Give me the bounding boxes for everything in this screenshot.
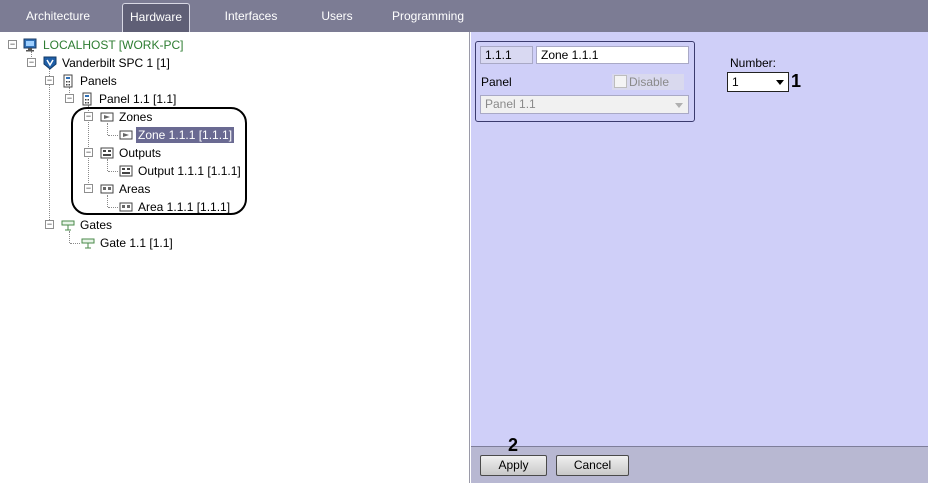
tree-line bbox=[49, 69, 50, 226]
panel-select-value: Panel 1.1 bbox=[485, 97, 536, 111]
annotation-1: 1 bbox=[791, 71, 802, 91]
tab-programming[interactable]: Programming bbox=[390, 3, 466, 32]
tree-node-vanderbilt-spc[interactable]: Vanderbilt SPC 1 [1] bbox=[43, 55, 172, 71]
expander-outputs[interactable]: − bbox=[84, 148, 93, 157]
chevron-down-icon bbox=[776, 80, 784, 85]
cancel-button[interactable]: Cancel bbox=[556, 455, 629, 476]
panel-icon bbox=[82, 92, 92, 106]
number-select-value: 1 bbox=[732, 75, 739, 89]
tree-node-areas[interactable]: Areas bbox=[100, 181, 152, 197]
tree-node-zones[interactable]: Zones bbox=[100, 109, 154, 125]
expander-device[interactable]: − bbox=[27, 58, 36, 67]
expander-areas[interactable]: − bbox=[84, 184, 93, 193]
tree-label: Zones bbox=[119, 110, 153, 124]
area-icon bbox=[119, 202, 133, 212]
tree-label: Zone 1.1.1 [1.1.1] bbox=[136, 127, 235, 143]
expander-gates[interactable]: − bbox=[45, 220, 54, 229]
gate-icon bbox=[81, 238, 95, 249]
tree-node-localhost[interactable]: LOCALHOST [WORK-PC] bbox=[22, 37, 185, 53]
tree-label: Areas bbox=[119, 182, 151, 196]
annotation-2: 2 bbox=[508, 435, 519, 455]
tree-label: Gates bbox=[80, 218, 113, 232]
tree-label: Gate 1.1 [1.1] bbox=[100, 236, 173, 250]
tree-line bbox=[108, 171, 118, 172]
tree-node-gate[interactable]: Gate 1.1 [1.1] bbox=[81, 235, 175, 251]
tab-hardware[interactable]: Hardware bbox=[122, 3, 190, 32]
chevron-down-icon bbox=[675, 103, 683, 108]
gates-icon bbox=[61, 220, 75, 231]
areas-icon bbox=[100, 184, 114, 194]
outputs-icon bbox=[100, 147, 114, 159]
tree-label: Output 1.1.1 [1.1.1] bbox=[138, 164, 241, 178]
disable-checkbox-area[interactable]: Disable bbox=[612, 74, 684, 90]
tab-interfaces[interactable]: Interfaces bbox=[218, 3, 284, 32]
tree-node-panel[interactable]: Panel 1.1 [1.1] bbox=[80, 91, 178, 107]
tree-label: Panel 1.1 [1.1] bbox=[99, 92, 177, 106]
tree-line bbox=[70, 243, 80, 244]
expander-root[interactable]: − bbox=[8, 40, 17, 49]
tree-line bbox=[108, 207, 118, 208]
tree-label: Outputs bbox=[119, 146, 162, 160]
disable-label: Disable bbox=[629, 75, 670, 89]
tree-line bbox=[108, 135, 118, 136]
number-label: Number: bbox=[730, 56, 777, 70]
zones-icon bbox=[100, 112, 114, 122]
tree-label: Panels bbox=[80, 74, 117, 88]
tree-label: Vanderbilt SPC 1 [1] bbox=[62, 56, 170, 70]
object-id-field: 1.1.1 bbox=[480, 46, 533, 64]
zone-icon bbox=[119, 130, 133, 140]
number-select[interactable]: 1 bbox=[727, 72, 789, 92]
tree-node-gates[interactable]: Gates bbox=[61, 217, 114, 233]
computer-icon bbox=[23, 38, 37, 52]
panels-icon bbox=[63, 74, 73, 88]
expander-panels[interactable]: − bbox=[45, 76, 54, 85]
apply-button[interactable]: Apply bbox=[480, 455, 547, 476]
tree-node-outputs[interactable]: Outputs bbox=[100, 145, 163, 161]
tree-node-area[interactable]: Area 1.1.1 [1.1.1] bbox=[119, 199, 232, 215]
tree-node-zone[interactable]: Zone 1.1.1 [1.1.1] bbox=[119, 127, 235, 143]
tree-label: Area 1.1.1 [1.1.1] bbox=[138, 200, 231, 214]
expander-zones[interactable]: − bbox=[84, 112, 93, 121]
object-name-field[interactable]: Zone 1.1.1 bbox=[536, 46, 689, 64]
tree-node-output[interactable]: Output 1.1.1 [1.1.1] bbox=[119, 163, 243, 179]
tab-users[interactable]: Users bbox=[314, 3, 360, 32]
output-icon bbox=[119, 165, 133, 177]
tree-node-panels[interactable]: Panels bbox=[61, 73, 119, 89]
tab-architecture[interactable]: Architecture bbox=[18, 3, 98, 32]
disable-checkbox[interactable] bbox=[614, 75, 627, 88]
panel-select: Panel 1.1 bbox=[480, 95, 689, 114]
panel-label: Panel bbox=[481, 75, 512, 89]
expander-panel[interactable]: − bbox=[65, 94, 74, 103]
tree-label: LOCALHOST [WORK-PC] bbox=[43, 38, 184, 52]
vanderbilt-device-icon bbox=[43, 56, 57, 70]
tab-bar: Architecture Hardware Interfaces Users P… bbox=[0, 0, 928, 32]
